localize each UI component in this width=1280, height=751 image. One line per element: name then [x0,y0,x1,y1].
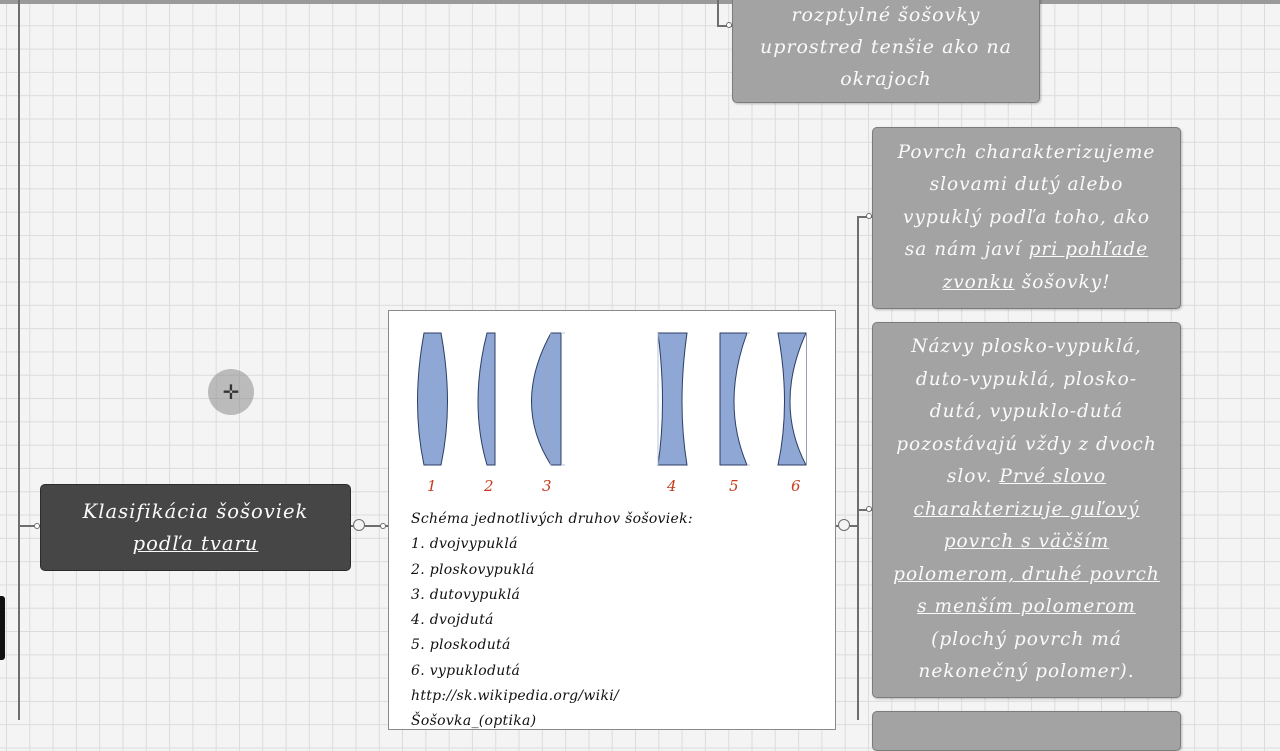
node-partial-bottom[interactable] [872,711,1181,751]
node-text-line: slov. Prvé slovo [893,461,1160,494]
node-text-line: nekonečný polomer). [918,661,1135,683]
node-text-span: šošovky! [1014,271,1111,293]
node-text-line: okrajoch [840,67,932,90]
lens-number-4: 4 [667,477,677,495]
canvas-top-border [0,0,1280,4]
lens-diagram [417,332,807,466]
node-text-line: dutá, vypuklo-dutá [929,401,1124,423]
notes-link[interactable]: http://sk.wikipedia.org/wiki/ [411,684,811,709]
node-subtitle: podľa tvaru [132,531,259,555]
collapse-handle-classification[interactable] [353,519,365,531]
collapse-handle-card[interactable] [838,519,850,531]
left-panel-tab[interactable] [0,596,5,660]
node-text-line: rozptylné šošovky [791,3,981,26]
node-text-line: Povrch charakterizujeme [897,141,1156,163]
lens-notes: Schéma jednotlivých druhov šošoviek: 1. … [411,507,811,729]
lens-number-2: 2 [484,477,494,495]
underlined-text: charakterizuje guľový [913,498,1140,520]
lens-number-1: 1 [427,477,437,495]
notes-item: 4. dvojdutá [411,612,494,629]
lens-concave-convex [531,332,562,466]
left-trunk-line [18,0,20,720]
node-classification-by-shape[interactable]: Klasifikácia šošoviek podľa tvaru [40,484,351,571]
node-lens-names-description[interactable]: Názvy plosko-vypuklá, duto-vypuklá, plos… [872,322,1181,698]
notes-item: 3. dutovypuklá [411,586,521,603]
node-title: Klasifikácia šošoviek [82,499,309,523]
node-text-line: duto-vypuklá, plosko- [915,368,1138,390]
right-branch-line [857,216,859,720]
node-text-line: vypuklý podľa toho, ako [902,206,1151,228]
top-branch-line [717,0,719,27]
lens-biconvex [417,332,448,466]
notes-item: 2. ploskovypuklá [411,561,535,578]
notes-item: 6. vypuklodutá [411,662,521,679]
node-text-line: pozostávajú vždy z dvoch [896,433,1157,455]
node-text-line: sa nám javí pri pohľade [898,234,1156,267]
move-cursor-icon: ✛ [208,369,254,415]
notes-item: 5. ploskodutá [411,637,511,654]
notes-item: 1. dvojvypuklá [411,536,518,553]
underlined-text: povrch s väčším [943,531,1110,553]
lens-number-3: 3 [542,477,552,495]
connector-dot [380,523,386,529]
lens-biconcave [657,332,688,466]
notes-caption: Schéma jednotlivých druhov šošoviek: [411,511,693,527]
underlined-text: polomerom, druhé povrch [893,563,1160,585]
node-concave-lens-description[interactable]: rozptylné šošovky uprostred tenšie ako n… [732,0,1040,103]
lens-plano-convex [477,332,496,466]
node-text-line: (plochý povrch má [931,628,1122,650]
node-surface-description[interactable]: Povrch charakterizujeme slovami dutý ale… [872,127,1181,309]
underlined-text: Prvé slovo [999,466,1107,488]
node-text-span: slov. [946,466,1000,488]
node-text-line: zvonku šošovky! [898,267,1156,300]
node-text-span: sa nám javí [904,239,1029,261]
node-text-line: Názvy plosko-vypuklá, [911,336,1142,358]
lens-schema-card[interactable]: 1 2 3 4 5 6 Schéma jednotlivých druhov š… [388,310,836,730]
node-text-line: uprostred tenšie ako na [760,35,1012,58]
lens-number-5: 5 [729,477,739,495]
underlined-text: s menším polomerom [917,596,1136,618]
lens-plano-concave [719,332,748,466]
underlined-text: pri pohľade [1028,239,1149,261]
node-text-line: slovami dutý alebo [929,174,1124,196]
lens-number-6: 6 [791,477,801,495]
underlined-text: zvonku [942,271,1015,293]
